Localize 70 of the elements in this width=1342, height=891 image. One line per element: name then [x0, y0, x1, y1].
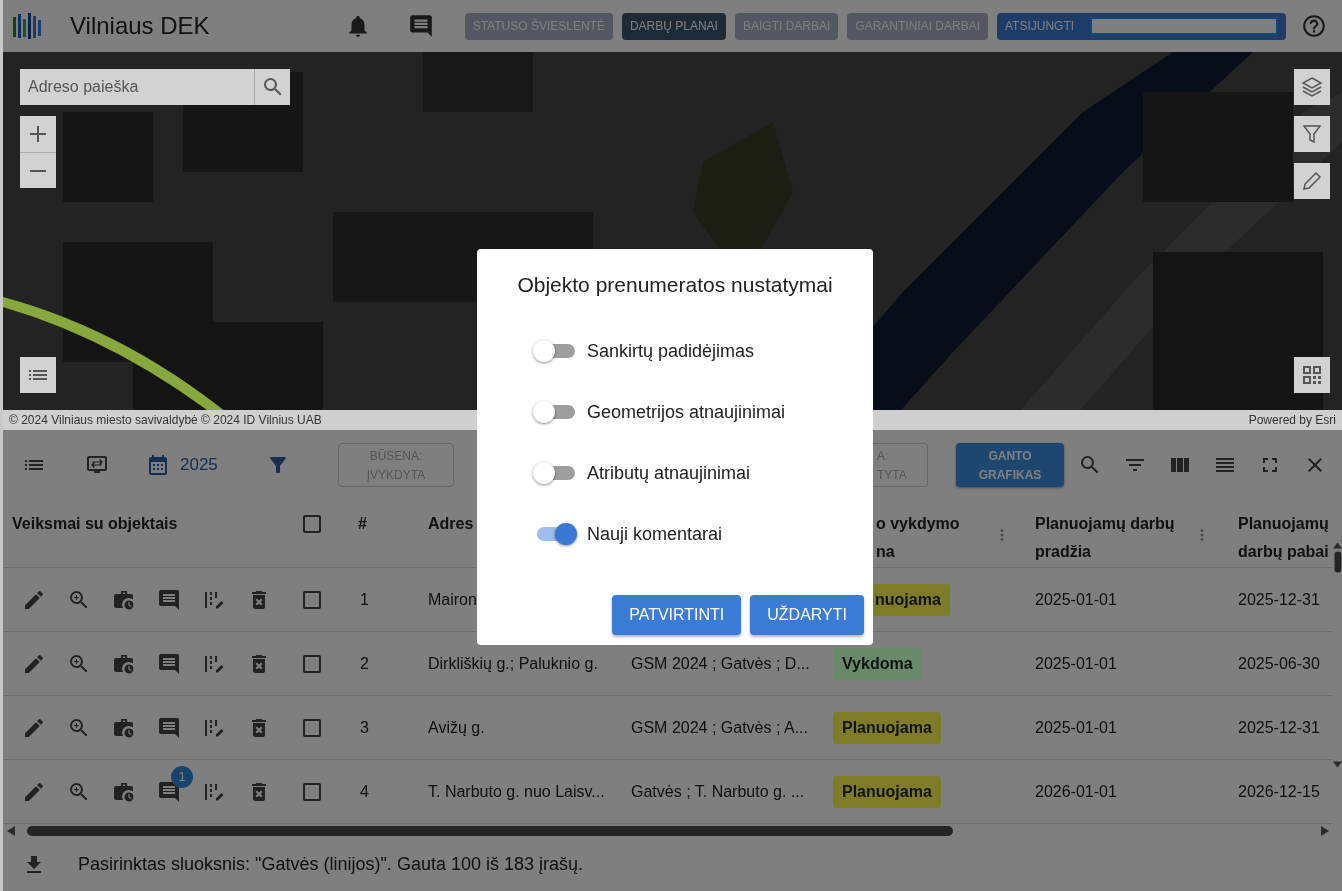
qr-code-icon[interactable] [1300, 363, 1324, 387]
status-badge: Planuojama [833, 711, 941, 744]
layers-icon[interactable] [1300, 75, 1324, 99]
year-selector[interactable]: 2025 [180, 455, 226, 475]
dialog-button[interactable]: PATVIRTINTI [612, 595, 742, 635]
toggle-label: Atributų atnaujinimai [587, 462, 751, 484]
status-badge: nuojama [873, 583, 950, 616]
table-cell: T. Narbuto g. nuo Laisv... [428, 782, 605, 801]
row-number: 2 [360, 654, 369, 673]
column-header[interactable]: o vykdymo na [876, 510, 1016, 566]
column-header[interactable]: Planuojamų darbų pabai [1238, 510, 1333, 566]
comment-icon[interactable] [157, 715, 181, 740]
nav-button[interactable]: DARBŲ PLANAI [621, 12, 726, 40]
table-cell: GSM 2024 ; Gatvės ; D... [631, 654, 810, 673]
gantt-chart-button[interactable]: GANTO GRAFIKAS [956, 443, 1064, 487]
table-cell: Avižų g. [428, 718, 485, 737]
comment-icon[interactable] [157, 587, 181, 612]
status-badge: Vykdoma [833, 647, 922, 680]
select-all-checkbox[interactable] [300, 512, 324, 536]
funnel-icon[interactable] [1300, 122, 1324, 146]
qr-code-button[interactable] [1294, 357, 1330, 393]
help-icon[interactable] [1301, 13, 1327, 39]
logo-icon [12, 11, 42, 41]
edit-button[interactable] [1294, 163, 1330, 199]
table-cell: 2025-01-01 [1035, 654, 1117, 673]
dialog-title: Objekto prenumeratos nustatymai [516, 273, 834, 297]
app-title: Vilniaus DEK [70, 12, 210, 40]
column-header[interactable]: Veiksmai su objektais [12, 510, 178, 538]
table-cell: 2025-12-31 [1238, 590, 1320, 609]
table-cell: Gatvės ; T. Narbuto g. ... [631, 782, 805, 801]
toggle-label: Nauji komentarai [587, 523, 723, 545]
table-cell: Mairon [428, 590, 477, 609]
search-button[interactable] [254, 69, 290, 105]
row-number: 1 [360, 590, 369, 609]
address-search-field[interactable]: Adreso paieška [20, 69, 254, 105]
powered-by-link[interactable]: Powered by Esri [1248, 413, 1336, 427]
toggle-switch[interactable] [533, 400, 577, 424]
table-cell: GSM 2024 ; Gatvės ; A... [631, 718, 808, 737]
row-number: 3 [360, 718, 369, 737]
calendar-icon[interactable] [146, 453, 170, 477]
comment-icon[interactable] [157, 651, 181, 676]
comment-icon[interactable] [407, 13, 434, 39]
toggle-label: Sankirtų padidėjimas [587, 340, 755, 362]
pencil-icon[interactable] [1300, 169, 1324, 193]
row-number: 4 [360, 782, 369, 801]
toggle-label: Geometrijos atnaujinimai [587, 401, 786, 423]
table-cell: 2026-01-01 [1035, 782, 1117, 801]
dialog-button[interactable]: UŽDARYTI [750, 595, 864, 635]
map-attribution: © 2024 Vilniaus miesto savivaldybė © 2024 ID Vilnius UAB [9, 413, 322, 427]
layers-button[interactable] [1294, 69, 1330, 105]
zoom-out-button[interactable] [20, 152, 56, 188]
status-text: Pasirinktas sluoksnis: "Gatvės (linijos)". Gauta 100 iš 183 įrašų. [78, 854, 583, 875]
comment-icon[interactable] [157, 779, 181, 804]
column-header[interactable]: Adres [428, 510, 474, 538]
status-badge: Planuojama [833, 775, 941, 808]
filter-button[interactable] [1294, 116, 1330, 152]
legend-button[interactable] [20, 357, 56, 393]
table-cell: 2025-01-01 [1035, 590, 1117, 609]
table-cell: 2026-12-15 [1238, 782, 1320, 801]
toggle-switch[interactable] [533, 461, 577, 485]
toggle-switch[interactable] [533, 339, 577, 363]
column-header[interactable]: Planuojamų darbų pradžia [1035, 510, 1185, 566]
comment-count-badge: 1 [171, 765, 193, 788]
table-cell: Dirkliškių g.; Paluknio g. [428, 654, 598, 673]
table-cell: 2025-12-31 [1238, 718, 1320, 737]
column-header[interactable]: # [358, 510, 367, 538]
table-cell: 2025-06-30 [1238, 654, 1320, 673]
nav-button[interactable]: ATSIJUNGTI [997, 12, 1286, 40]
table-cell: 2025-01-01 [1035, 718, 1117, 737]
zoom-in-button[interactable] [20, 116, 56, 152]
